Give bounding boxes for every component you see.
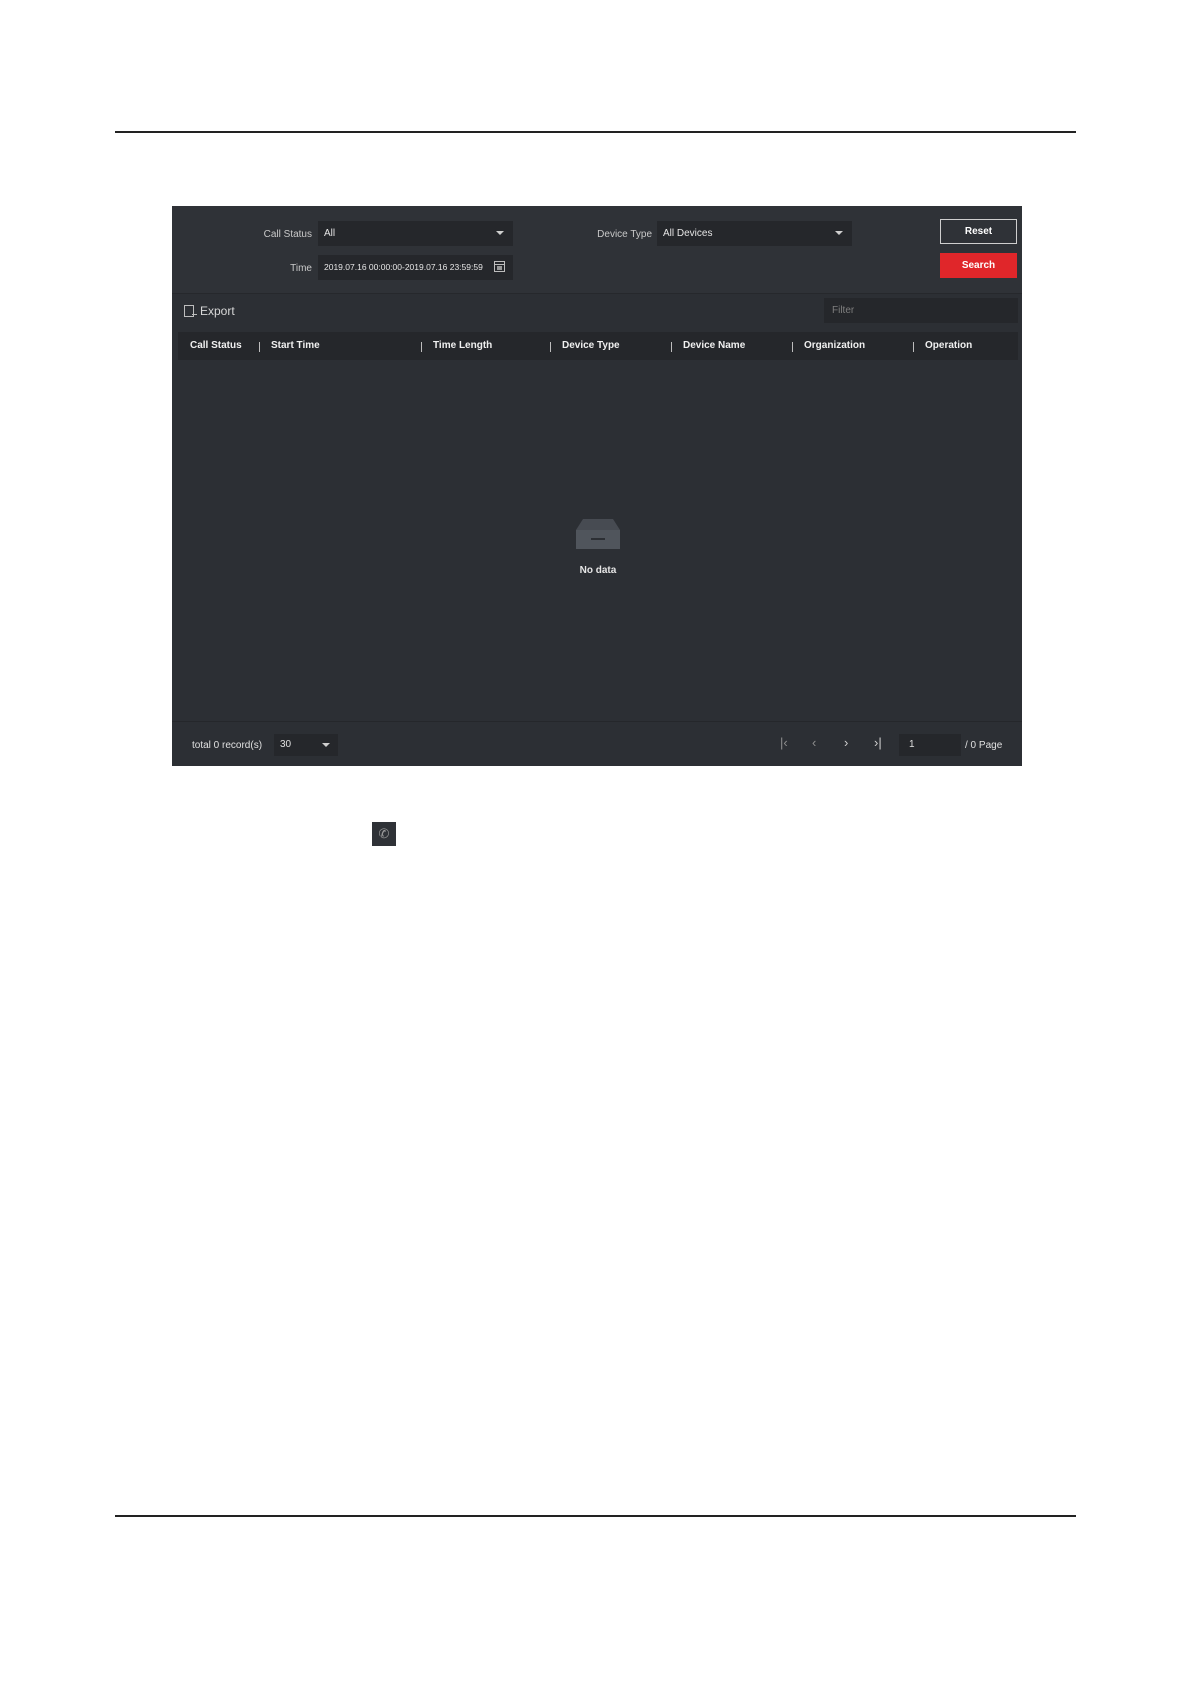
table-header: Call Status Start Time Time Length Devic…: [178, 332, 1018, 360]
call-status-value: All: [324, 228, 336, 239]
filter-input[interactable]: Filter: [824, 298, 1018, 323]
pagination-bar: total 0 record(s) 30 |‹ ‹ › ›| 1 / 0 Pag…: [172, 721, 1022, 767]
column-header[interactable]: Device Type: [562, 332, 620, 360]
page-footer-rule: [115, 1515, 1076, 1517]
time-range-input[interactable]: 2019.07.16 00:00:00-2019.07.16 23:59:59: [318, 255, 513, 280]
device-type-value: All Devices: [663, 228, 713, 239]
chevron-down-icon: [496, 231, 504, 235]
reset-button[interactable]: Reset: [940, 219, 1017, 244]
record-count: total 0 record(s): [192, 740, 263, 751]
export-button[interactable]: Export: [184, 304, 235, 322]
column-divider: [913, 342, 914, 352]
column-divider: [550, 342, 551, 352]
column-header[interactable]: Organization: [804, 332, 865, 360]
page-number-input[interactable]: 1: [899, 734, 961, 756]
chevron-down-icon: [322, 743, 330, 747]
first-page-icon[interactable]: |‹: [780, 736, 788, 750]
column-divider: [671, 342, 672, 352]
call-status-select[interactable]: All: [318, 221, 513, 246]
time-range-value: 2019.07.16 00:00:00-2019.07.16 23:59:59: [324, 262, 483, 272]
device-type-label: Device Type: [597, 229, 652, 240]
column-divider: [792, 342, 793, 352]
chevron-down-icon: [835, 231, 843, 235]
call-log-panel: Call Status All Device Type All Devices …: [172, 206, 1022, 766]
prev-page-icon[interactable]: ‹: [812, 736, 816, 750]
column-divider: [421, 342, 422, 352]
column-header[interactable]: Call Status: [190, 332, 242, 360]
next-page-icon[interactable]: ›: [844, 736, 848, 750]
column-header[interactable]: Operation: [925, 332, 972, 360]
column-divider: [259, 342, 260, 352]
search-button[interactable]: Search: [940, 253, 1017, 278]
page-total: / 0 Page: [965, 740, 1003, 751]
calendar-icon[interactable]: [494, 261, 505, 272]
page-size-select[interactable]: 30: [274, 734, 338, 756]
last-page-icon[interactable]: ›|: [874, 736, 882, 750]
filter-placeholder: Filter: [832, 305, 855, 316]
export-label: Export: [200, 304, 235, 318]
device-type-select[interactable]: All Devices: [657, 221, 852, 246]
column-header[interactable]: Time Length: [433, 332, 492, 360]
empty-state-text: No data: [579, 565, 617, 576]
column-header[interactable]: Device Name: [683, 332, 745, 360]
column-header[interactable]: Start Time: [271, 332, 320, 360]
call-status-label: Call Status: [263, 229, 312, 240]
page-number-value: 1: [909, 739, 915, 750]
filter-bar: Call Status All Device Type All Devices …: [172, 206, 1022, 294]
empty-inbox-icon: [576, 519, 620, 549]
time-label: Time: [290, 263, 312, 274]
call-log-icon: ✆: [372, 822, 396, 846]
export-icon: [184, 305, 197, 317]
page-header-rule: [115, 131, 1076, 133]
page-size-value: 30: [280, 739, 292, 750]
